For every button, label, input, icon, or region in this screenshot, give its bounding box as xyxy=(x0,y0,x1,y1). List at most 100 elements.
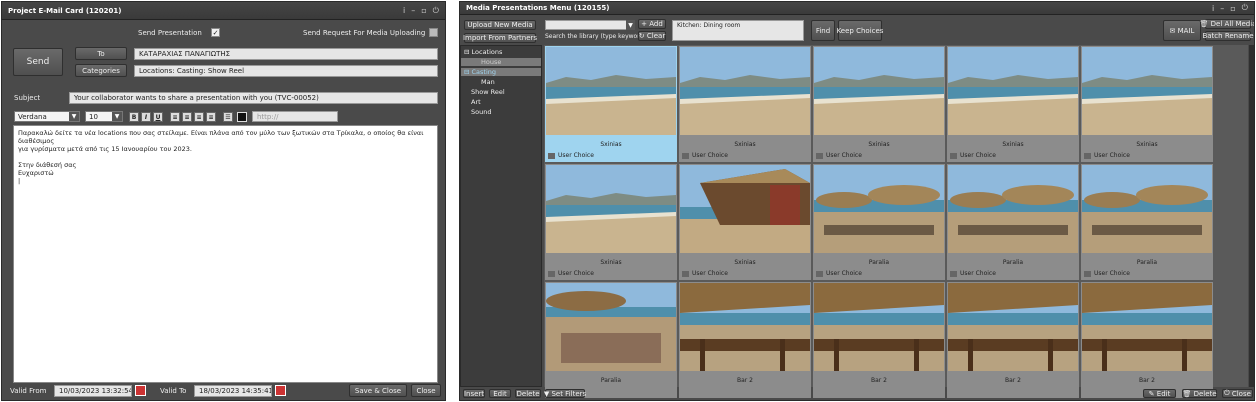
user-choice-flag[interactable]: User Choice xyxy=(950,270,996,277)
bold-icon[interactable]: B xyxy=(129,112,139,122)
message-line: Ευχαριστώ xyxy=(18,169,54,177)
media-tile[interactable]: Sxinias User Choice xyxy=(1081,46,1213,162)
delete-button[interactable]: Delete xyxy=(515,389,541,398)
subject-field[interactable]: Your collaborator wants to share a prese… xyxy=(69,92,438,104)
media-tile[interactable]: Paralia User Choice xyxy=(947,164,1079,280)
font-family-select[interactable]: Verdana ▼ xyxy=(14,111,80,122)
info-icon[interactable]: ⅰ xyxy=(1212,4,1214,13)
user-choice-flag[interactable]: User Choice xyxy=(548,270,594,277)
media-tile[interactable]: Sxinias User Choice xyxy=(545,164,677,280)
grid-scrollbar[interactable] xyxy=(1249,45,1254,387)
mail-icon: ✉ xyxy=(1169,26,1178,35)
add-label: Add xyxy=(649,20,663,28)
chevron-down-icon: ▼ xyxy=(112,112,122,121)
message-editor[interactable]: Παρακαλώ δείτε τα νέα locations που σας … xyxy=(13,125,438,383)
to-field[interactable]: ΚΑΤΑΡΑΧΙΑΣ ΠΑΝΑΓΙΩΤΗΣ xyxy=(134,48,438,60)
media-tile[interactable]: Paralia User Choice xyxy=(813,164,945,280)
batch-rename-button[interactable]: Batch Rename xyxy=(1202,31,1254,41)
add-button[interactable]: + Add xyxy=(638,19,666,29)
media-tile[interactable]: Bar 2 xyxy=(679,282,811,398)
close-media-button[interactable]: ⏻ Close xyxy=(1222,389,1253,398)
categories-field[interactable]: Locations: Casting: Show Reel xyxy=(134,65,438,77)
trash-icon: 🗑 xyxy=(1199,20,1211,28)
tree-node-locations[interactable]: ⊟ Locations xyxy=(464,48,502,56)
del-all-media-button[interactable]: 🗑 Del All Media xyxy=(1200,19,1254,29)
choice-checkbox-icon xyxy=(1084,270,1091,277)
choice-checkbox-icon xyxy=(816,152,823,159)
media-tile[interactable]: Bar 2 xyxy=(813,282,945,398)
mail-button[interactable]: ✉ MAIL xyxy=(1163,20,1201,41)
upload-media-button[interactable]: Upload New Media xyxy=(464,20,536,30)
align-center-icon[interactable]: ≡ xyxy=(182,112,192,122)
close-button[interactable]: Close xyxy=(411,384,441,397)
calendar-icon[interactable] xyxy=(135,385,146,396)
valid-from-field[interactable]: 10/03/2023 13:32:54 xyxy=(54,385,132,397)
italic-icon[interactable]: I xyxy=(141,112,151,122)
keep-choices-button[interactable]: Keep Choices xyxy=(837,20,883,41)
search-input[interactable] xyxy=(545,20,634,30)
user-choice-flag[interactable]: User Choice xyxy=(816,270,862,277)
media-tile[interactable]: Sxinias User Choice xyxy=(813,46,945,162)
media-thumbnail xyxy=(814,283,944,371)
media-tile[interactable]: Sxinias User Choice xyxy=(679,46,811,162)
send-request-checkbox[interactable] xyxy=(429,28,438,37)
media-tile[interactable]: Bar 2 xyxy=(947,282,1079,398)
media-tile[interactable]: Sxinias User Choice xyxy=(947,46,1079,162)
tree-node-show-reel[interactable]: Show Reel xyxy=(471,88,505,96)
send-button[interactable]: Send xyxy=(13,48,63,76)
media-tile[interactable]: Bar 2 xyxy=(1081,282,1213,398)
insert-button[interactable]: Insert xyxy=(463,389,485,398)
minimize-icon[interactable]: – xyxy=(1220,4,1224,13)
import-partners-button[interactable]: Import From Partners xyxy=(463,33,537,43)
restore-icon[interactable]: ▫ xyxy=(1230,4,1235,13)
to-button[interactable]: To xyxy=(75,47,127,60)
media-tile[interactable]: Sxinias User Choice xyxy=(679,164,811,280)
tree-node-sound[interactable]: Sound xyxy=(471,108,491,116)
send-presentation-checkbox[interactable]: ✓ xyxy=(211,28,220,37)
power-icon[interactable]: ⏻ xyxy=(433,6,439,16)
categories-button[interactable]: Categories xyxy=(75,64,127,77)
find-button[interactable]: Find xyxy=(811,20,835,41)
valid-to-field[interactable]: 18/03/2023 14:35:41 xyxy=(194,385,272,397)
user-choice-flag[interactable]: User Choice xyxy=(816,152,862,159)
info-icon[interactable]: ⅰ xyxy=(403,6,405,15)
save-close-button[interactable]: Save & Close xyxy=(349,384,407,397)
align-right-icon[interactable]: ≡ xyxy=(194,112,204,122)
edit-media-button[interactable]: ✎ Edit xyxy=(1143,389,1176,398)
power-icon[interactable]: ⏻ xyxy=(1242,3,1248,13)
keywords-field[interactable]: Kitchen: Dining room xyxy=(672,20,804,41)
calendar-icon[interactable] xyxy=(275,385,286,396)
chevron-down-icon[interactable]: ▼ xyxy=(626,20,635,30)
user-choice-flag[interactable]: User Choice xyxy=(682,270,728,277)
media-tile[interactable]: Sxinias User Choice xyxy=(545,46,677,162)
align-left-icon[interactable]: ≡ xyxy=(170,112,180,122)
media-grid[interactable]: Sxinias User Choice Sxinias User Choice Sxin… xyxy=(544,45,1248,398)
set-filters-button[interactable]: ▼ Set Filters xyxy=(544,389,586,398)
choice-checkbox-icon xyxy=(1084,152,1091,159)
close-media-label: Close xyxy=(1231,389,1251,398)
edit-button[interactable]: Edit xyxy=(489,389,511,398)
media-tile[interactable]: Paralia User Choice xyxy=(1081,164,1213,280)
media-tile[interactable]: Paralia xyxy=(545,282,677,398)
align-justify-icon[interactable]: ≡ xyxy=(206,112,216,122)
tree-node-art[interactable]: Art xyxy=(471,98,481,106)
font-color-icon[interactable] xyxy=(237,112,247,122)
minimize-icon[interactable]: – xyxy=(411,6,415,15)
tree-node-man[interactable]: Man xyxy=(481,78,495,86)
delete-media-button[interactable]: 🗑 Delete xyxy=(1182,389,1217,398)
category-tree[interactable]: ⊟ Locations House ⊟ Casting Man Show Ree… xyxy=(460,45,542,387)
user-choice-flag[interactable]: User Choice xyxy=(950,152,996,159)
link-input[interactable]: http:// xyxy=(252,111,338,122)
user-choice-flag[interactable]: User Choice xyxy=(1084,270,1130,277)
valid-to-label: Valid To xyxy=(160,387,187,395)
tree-node-casting[interactable]: ⊟ Casting xyxy=(461,68,541,76)
user-choice-flag[interactable]: User Choice xyxy=(1084,152,1130,159)
font-size-select[interactable]: 10 ▼ xyxy=(85,111,123,122)
bullet-list-icon[interactable]: ☰ xyxy=(223,112,233,122)
user-choice-flag[interactable]: User Choice xyxy=(548,152,594,159)
clear-button[interactable]: ↻ Clear xyxy=(638,31,666,41)
underline-icon[interactable]: U xyxy=(153,112,163,122)
user-choice-flag[interactable]: User Choice xyxy=(682,152,728,159)
restore-icon[interactable]: ▫ xyxy=(421,6,426,15)
tree-node-house[interactable]: House xyxy=(461,58,541,66)
